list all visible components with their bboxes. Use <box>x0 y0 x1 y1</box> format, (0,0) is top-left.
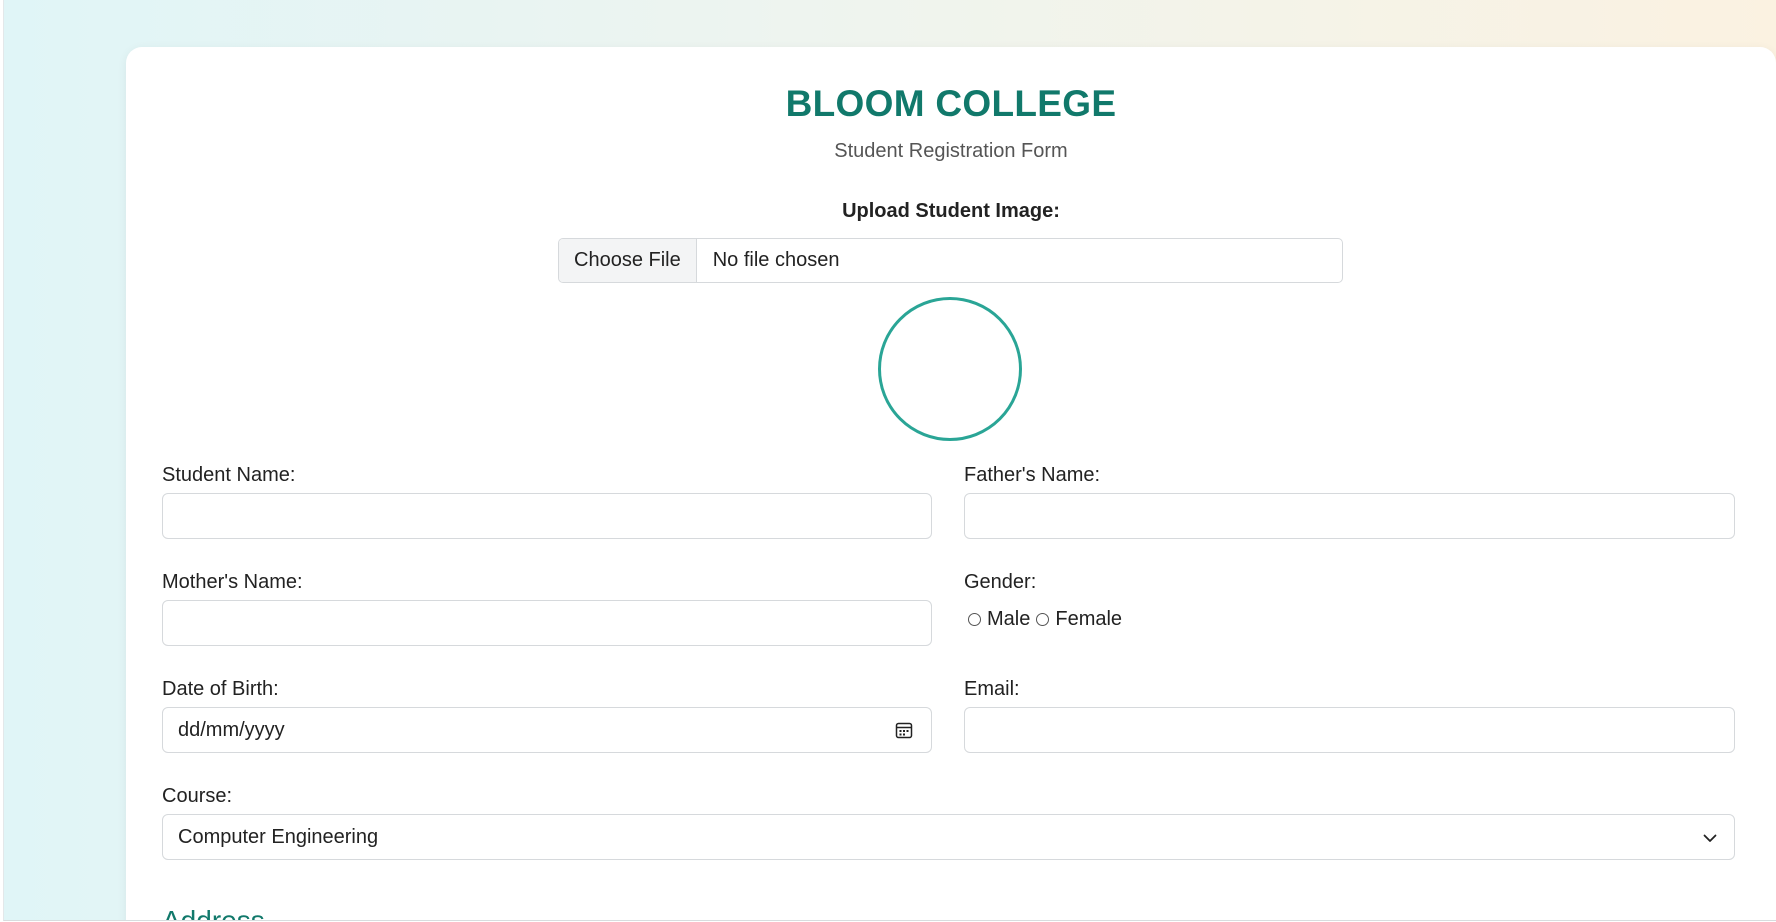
college-title: BLOOM COLLEGE <box>785 83 1117 124</box>
male-radio-label: Male <box>987 608 1031 630</box>
course-select[interactable]: Computer Engineering <box>162 814 1735 860</box>
dob-date-input[interactable]: dd/mm/yyyy <box>162 707 932 753</box>
calendar-icon[interactable] <box>895 721 913 739</box>
upload-image-label: Upload Student Image: <box>842 200 1060 222</box>
mother-name-input[interactable] <box>162 600 932 646</box>
page-background: BLOOM COLLEGE Student Registration Form … <box>3 0 1776 921</box>
gender-label: Gender: <box>964 571 1037 593</box>
dob-label: Date of Birth: <box>162 678 279 700</box>
gender-option-male[interactable]: Male <box>968 608 1030 631</box>
female-radio-label: Female <box>1055 608 1123 630</box>
student-name-input[interactable] <box>162 493 932 539</box>
course-selected-value: Computer Engineering <box>178 825 379 848</box>
father-name-input[interactable] <box>964 493 1735 539</box>
student-name-label: Student Name: <box>162 464 296 486</box>
image-preview-circle <box>878 297 1022 441</box>
dob-placeholder: dd/mm/yyyy <box>178 718 285 741</box>
female-radio[interactable] <box>1036 613 1050 626</box>
form-subtitle: Student Registration Form <box>834 140 1068 162</box>
address-section-heading: Address <box>162 905 265 921</box>
male-radio[interactable] <box>968 613 981 626</box>
gender-radio-group: Male Female <box>968 608 1128 631</box>
father-name-label: Father's Name: <box>964 464 1101 486</box>
email-input[interactable] <box>964 707 1735 753</box>
registration-form-card: BLOOM COLLEGE Student Registration Form … <box>126 47 1776 921</box>
gender-option-female[interactable]: Female <box>1036 608 1122 631</box>
student-image-file-input[interactable]: Choose File No file chosen <box>558 238 1343 283</box>
mother-name-label: Mother's Name: <box>162 571 303 593</box>
course-label: Course: <box>162 785 233 807</box>
email-label: Email: <box>964 678 1020 700</box>
choose-file-button[interactable]: Choose File <box>559 239 697 282</box>
file-status-text: No file chosen <box>712 249 840 271</box>
chevron-down-icon <box>1703 834 1717 842</box>
